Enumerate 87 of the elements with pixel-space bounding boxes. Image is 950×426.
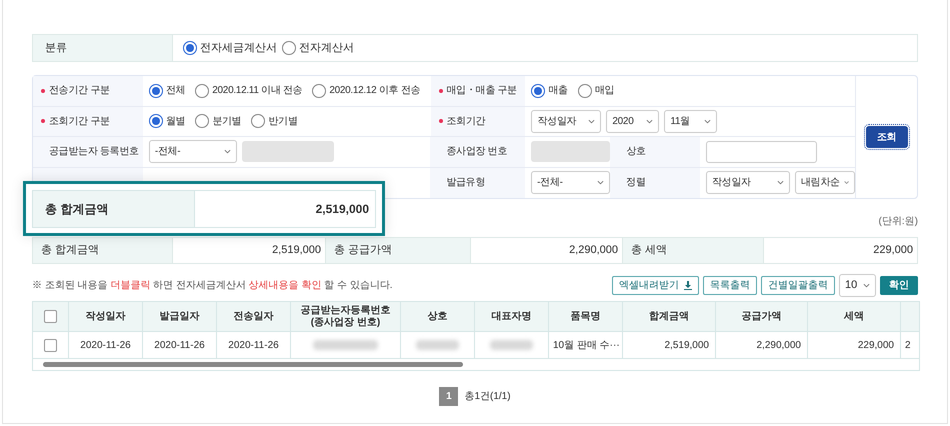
column-header: 공급받는자등록번호 (종사업장 번호) [300, 304, 390, 328]
radio-label[interactable]: 2020.12.11 이내 전송 [212, 83, 302, 98]
page-button[interactable]: 1 [439, 387, 458, 406]
radio-button[interactable] [531, 84, 546, 98]
field-label: 분류 [33, 35, 173, 61]
callout-value: 2,519,000 [314, 201, 370, 218]
dropdown[interactable]: 작성일자 [531, 110, 602, 133]
total-label: 총 세액 [623, 238, 764, 263]
chevron-down-icon [704, 118, 712, 124]
unit-note: (단위:원) [878, 215, 918, 228]
field-label: 매입・매출 구분 [438, 83, 517, 98]
chevron-down-icon [224, 149, 231, 154]
field-label: 조회기간 구분 [41, 114, 110, 129]
radio-label[interactable]: 월별 [166, 114, 186, 129]
chevron-down-icon [863, 282, 870, 288]
column-header: 세액 [844, 310, 864, 322]
radio-button[interactable] [578, 84, 592, 98]
column-header: 공급가액 [742, 310, 782, 322]
dropdown[interactable]: 11월 [664, 110, 718, 133]
field-label: 종사업장 번호 [446, 145, 508, 160]
radio-label[interactable]: 전체 [166, 83, 186, 98]
callout-label: 총 합계금액 [33, 191, 195, 227]
print-button[interactable]: 건별일괄출력 [761, 276, 835, 294]
radio-button[interactable] [195, 114, 210, 128]
total-label: 총 공급가액 [326, 238, 471, 263]
input-field[interactable] [706, 140, 818, 163]
table-cell-text: 10월 판매 수··· [553, 338, 620, 352]
radio-label[interactable]: 분기별 [212, 114, 242, 129]
chevron-down-icon [777, 180, 784, 186]
table-cell-text: 229,000 [858, 338, 894, 352]
dropdown[interactable]: 작성일자 [706, 171, 790, 194]
chevron-down-icon [646, 118, 654, 124]
dropdown[interactable]: 내림차순 [795, 171, 855, 194]
radio-button[interactable] [251, 114, 266, 128]
chevron-down-icon [588, 118, 596, 124]
required-marker [41, 88, 45, 93]
select-all-checkbox[interactable] [44, 310, 57, 323]
table-cell-text: 2,290,000 [756, 338, 801, 352]
chevron-down-icon [844, 180, 849, 186]
column-header: 상호 [428, 310, 448, 322]
radio-button[interactable] [312, 84, 326, 98]
page-summary: 총1건(1/1) [464, 390, 511, 404]
hint-text: ※ 조회된 내용을 더블클릭 하면 전자세금계산서 상세내용을 확인 할 수 있습니다. [32, 278, 393, 292]
download-icon [684, 280, 692, 290]
field-label: 조회기간 [438, 114, 486, 129]
column-header: 발급일자 [160, 310, 200, 322]
radio-label[interactable]: 반기별 [268, 114, 298, 129]
field-label: 정렬 [626, 176, 646, 190]
dropdown[interactable]: -전체- [531, 171, 610, 194]
required-marker [438, 88, 443, 93]
field-label: 상호 [626, 145, 646, 160]
radio-label[interactable]: 매입 [594, 83, 614, 98]
radio-button[interactable] [183, 41, 197, 55]
table-cell-text: 2020-11-26 [228, 338, 279, 352]
radio-button[interactable] [195, 84, 210, 98]
row-checkbox[interactable] [44, 338, 57, 352]
radio-label[interactable]: 2020.12.12 이후 전송 [329, 83, 420, 98]
field-label: 전송기간 구분 [41, 83, 110, 98]
chevron-down-icon [597, 180, 604, 186]
radio-button[interactable] [282, 41, 296, 55]
table-cell-text: 2 [905, 338, 911, 352]
radio-label[interactable]: 전자계산서 [299, 40, 354, 56]
dropdown[interactable]: 10 [839, 274, 876, 296]
column-header: 전송일자 [234, 310, 274, 322]
column-header: 합계금액 [649, 310, 689, 322]
radio-button[interactable] [148, 114, 163, 128]
table-cell-text: 2020-11-26 [80, 338, 131, 352]
print-button[interactable]: 목록출력 [703, 276, 757, 294]
column-header: 품목명 [570, 310, 600, 322]
table-cell-text: 2,519,000 [664, 338, 709, 352]
download-button[interactable]: 엑셀내려받기 [612, 276, 699, 294]
column-header: 작성일자 [86, 310, 126, 322]
table-cell-text: 2020-11-26 [154, 338, 205, 352]
field-label: 공급받는자 등록번호 [49, 145, 139, 160]
field-label: 발급유형 [446, 176, 486, 190]
confirm-button[interactable]: 확인 [880, 276, 918, 294]
required-marker [438, 119, 443, 124]
required-marker [41, 119, 45, 124]
radio-label[interactable]: 전자세금계산서 [200, 40, 277, 56]
radio-label[interactable]: 매출 [548, 83, 568, 98]
column-header: 대표자명 [492, 310, 532, 322]
radio-button[interactable] [148, 84, 163, 98]
total-value: 229,000 [872, 243, 914, 258]
total-label: 총 합계금액 [33, 238, 173, 263]
search-button[interactable]: 조회 [866, 126, 908, 148]
dropdown[interactable]: -전체- [148, 140, 237, 164]
dropdown[interactable]: 2020 [606, 110, 660, 133]
